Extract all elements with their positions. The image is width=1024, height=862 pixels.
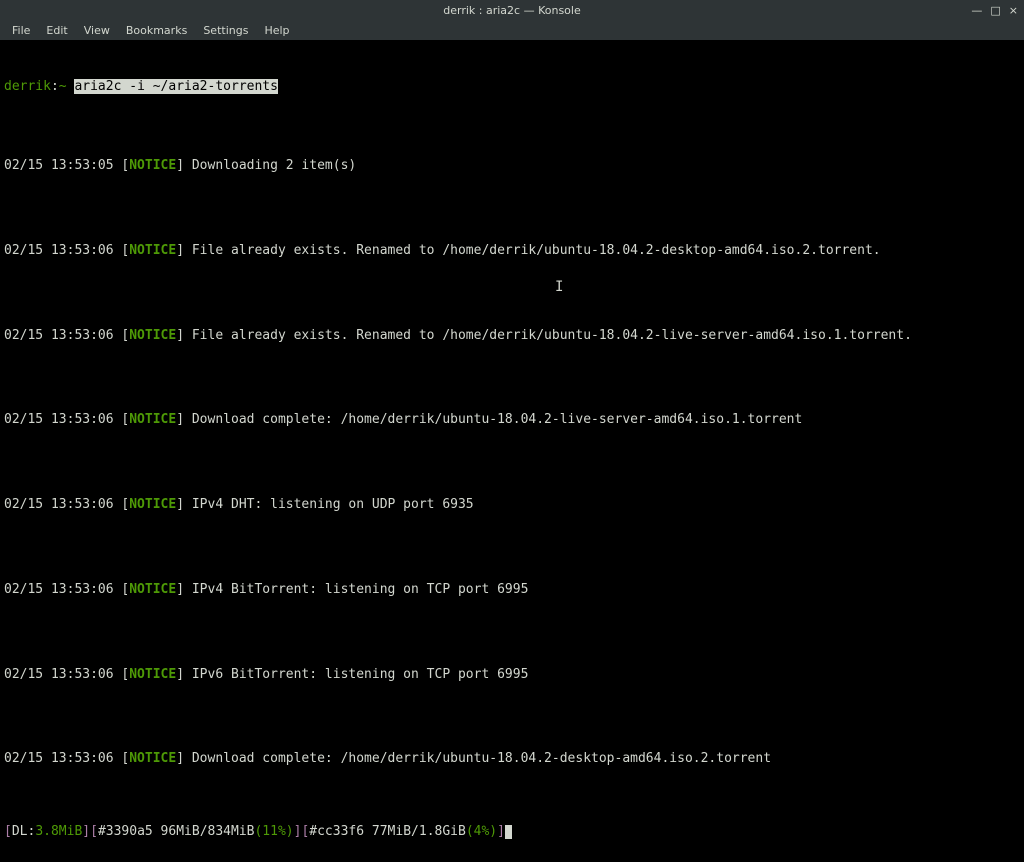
log-line: 02/15 13:53:05 [NOTICE] Downloading 2 it… xyxy=(4,157,1020,175)
window-title: derrik : aria2c — Konsole xyxy=(443,4,580,17)
log-line: 02/15 13:53:06 [NOTICE] Download complet… xyxy=(4,750,1020,768)
log-timestamp: 02/15 13:53:06 xyxy=(4,497,114,512)
menu-bar: File Edit View Bookmarks Settings Help xyxy=(0,20,1024,40)
log-tag: NOTICE xyxy=(129,582,176,597)
log-tag: NOTICE xyxy=(129,158,176,173)
menu-file[interactable]: File xyxy=(4,22,38,39)
log-timestamp: 02/15 13:53:05 xyxy=(4,158,114,173)
log-tag: NOTICE xyxy=(129,497,176,512)
log-line: 02/15 13:53:06 [NOTICE] Download complet… xyxy=(4,411,1020,429)
prompt-separator: : xyxy=(51,79,59,94)
prompt-line: derrik:~ aria2c -i ~/aria2-torrents xyxy=(4,78,1020,96)
maximize-icon[interactable]: □ xyxy=(990,5,1000,16)
log-message: Download complete: /home/derrik/ubuntu-1… xyxy=(192,751,771,766)
log-timestamp: 02/15 13:53:06 xyxy=(4,751,114,766)
log-timestamp: 02/15 13:53:06 xyxy=(4,667,114,682)
download-pct-2: (4%) xyxy=(466,824,497,839)
log-tag: NOTICE xyxy=(129,243,176,258)
block-cursor-icon xyxy=(505,825,512,839)
log-timestamp: 02/15 13:53:06 xyxy=(4,582,114,597)
log-line: 02/15 13:53:06 [NOTICE] File already exi… xyxy=(4,327,1020,345)
log-message: Download complete: /home/derrik/ubuntu-1… xyxy=(192,412,802,427)
download-progress-1: 96MiB/834MiB xyxy=(153,824,255,839)
prompt-user: derrik xyxy=(4,79,51,94)
bracket-close: ] xyxy=(497,824,505,839)
download-progress-2: 77MiB/1.8GiB xyxy=(364,824,466,839)
log-timestamp: 02/15 13:53:06 xyxy=(4,412,114,427)
bracket-close: ] xyxy=(82,824,90,839)
log-line: 02/15 13:53:06 [NOTICE] IPv4 DHT: listen… xyxy=(4,496,1020,514)
bracket-close: ] xyxy=(294,824,302,839)
log-message: IPv6 BitTorrent: listening on TCP port 6… xyxy=(192,667,529,682)
bracket-open: [ xyxy=(4,824,12,839)
prompt-path: ~ xyxy=(59,79,67,94)
download-id-1: #3390a5 xyxy=(98,824,153,839)
dl-speed: 3.8MiB xyxy=(35,824,82,839)
close-icon[interactable]: × xyxy=(1009,5,1018,16)
log-line: 02/15 13:53:06 [NOTICE] IPv4 BitTorrent:… xyxy=(4,581,1020,599)
log-message: IPv4 DHT: listening on UDP port 6935 xyxy=(192,497,474,512)
download-pct-1: (11%) xyxy=(254,824,293,839)
menu-bookmarks[interactable]: Bookmarks xyxy=(118,22,195,39)
window-controls: — □ × xyxy=(971,0,1018,20)
log-tag: NOTICE xyxy=(129,751,176,766)
download-id-2: #cc33f6 xyxy=(309,824,364,839)
dl-label: DL: xyxy=(12,824,35,839)
log-message: File already exists. Renamed to /home/de… xyxy=(192,328,912,343)
log-line: 02/15 13:53:06 [NOTICE] File already exi… xyxy=(4,242,1020,260)
menu-view[interactable]: View xyxy=(76,22,118,39)
log-timestamp: 02/15 13:53:06 xyxy=(4,328,114,343)
command-text: aria2c -i ~/aria2-torrents xyxy=(74,79,278,94)
log-timestamp: 02/15 13:53:06 xyxy=(4,243,114,258)
text-cursor-icon: I xyxy=(555,280,563,294)
log-tag: NOTICE xyxy=(129,412,176,427)
log-tag: NOTICE xyxy=(129,328,176,343)
log-tag: NOTICE xyxy=(129,667,176,682)
download-status-line: [DL:3.8MiB][#3390a5 96MiB/834MiB(11%)][#… xyxy=(4,823,1020,841)
window-titlebar: derrik : aria2c — Konsole — □ × xyxy=(0,0,1024,20)
log-line: 02/15 13:53:06 [NOTICE] IPv6 BitTorrent:… xyxy=(4,666,1020,684)
log-message: IPv4 BitTorrent: listening on TCP port 6… xyxy=(192,582,529,597)
terminal-viewport[interactable]: derrik:~ aria2c -i ~/aria2-torrents 02/1… xyxy=(0,40,1024,862)
bracket-open: [ xyxy=(301,824,309,839)
log-message: Downloading 2 item(s) xyxy=(192,158,356,173)
minimize-icon[interactable]: — xyxy=(971,5,982,16)
menu-edit[interactable]: Edit xyxy=(38,22,75,39)
bracket-open: [ xyxy=(90,824,98,839)
menu-settings[interactable]: Settings xyxy=(195,22,256,39)
menu-help[interactable]: Help xyxy=(256,22,297,39)
log-message: File already exists. Renamed to /home/de… xyxy=(192,243,881,258)
